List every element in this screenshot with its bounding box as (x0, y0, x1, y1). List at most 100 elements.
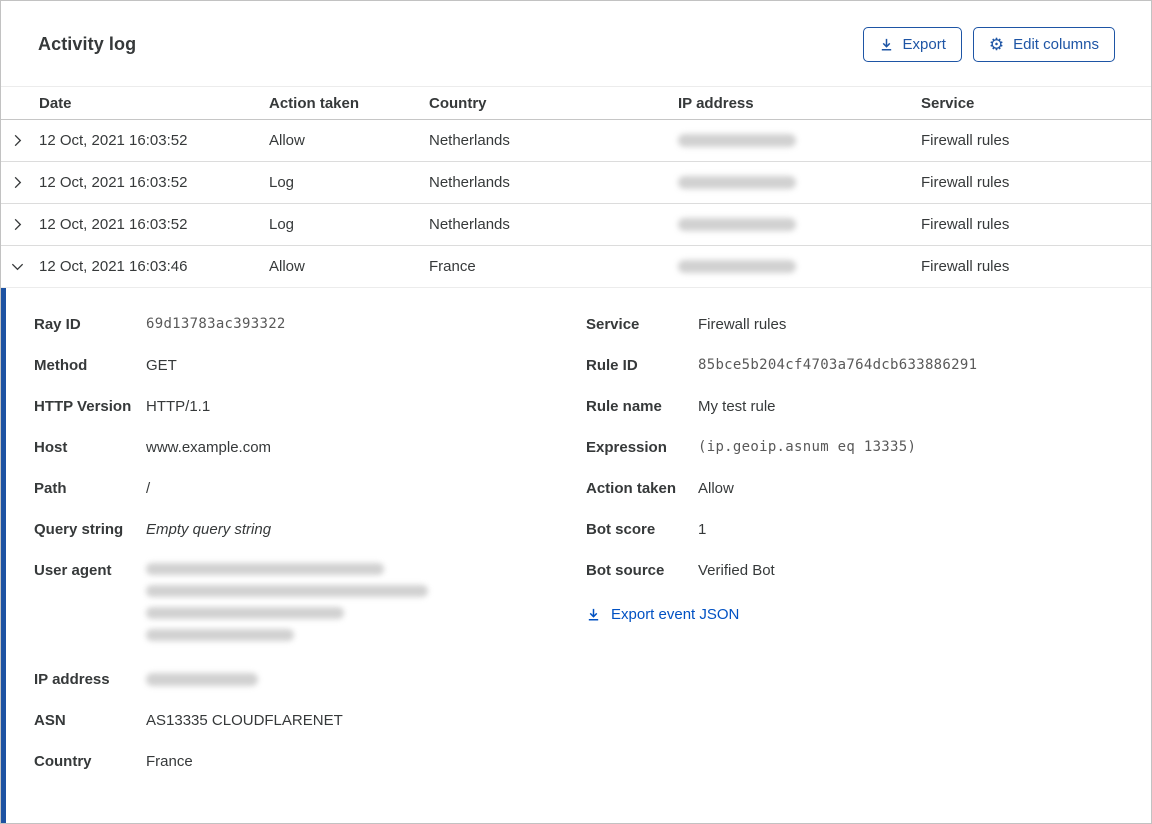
export-button[interactable]: Export (862, 27, 962, 62)
detail-row-country: Country France (34, 749, 586, 774)
detail-value: Empty query string (146, 521, 272, 538)
column-header-service: Service (921, 94, 975, 112)
detail-row-asn: ASN AS13335 CLOUDFLARENET (34, 708, 586, 733)
chevron-down-icon (10, 259, 25, 274)
detail-row-http-version: HTTP Version HTTP/1.1 (34, 394, 586, 419)
detail-label: Rule ID (586, 357, 638, 374)
collapse-row-button[interactable] (1, 259, 39, 274)
cell-service: Firewall rules (921, 132, 1010, 149)
column-header-ip-address: IP address (678, 94, 754, 112)
edit-columns-button[interactable]: ⚙ Edit columns (972, 27, 1115, 62)
cell-ip-address-redacted (678, 176, 921, 189)
detail-label: User agent (34, 562, 112, 579)
detail-value: My test rule (698, 398, 776, 415)
activity-log-panel: Activity log Export ⚙ Edit columns Date … (0, 0, 1152, 824)
cell-country: Netherlands (429, 216, 510, 233)
activity-log-table: Date Action taken Country IP address Ser… (1, 86, 1151, 288)
column-header-country: Country (429, 94, 487, 112)
cell-ip-address-redacted (678, 260, 921, 273)
detail-label: IP address (34, 671, 110, 688)
chevron-right-icon (10, 217, 25, 232)
cell-date: 12 Oct, 2021 16:03:52 (39, 216, 188, 233)
detail-label: Service (586, 316, 640, 333)
detail-label: Bot score (586, 521, 656, 538)
cell-service: Firewall rules (921, 216, 1010, 233)
cell-date: 12 Oct, 2021 16:03:52 (39, 132, 188, 149)
export-event-json-label: Export event JSON (611, 606, 740, 623)
detail-label: Action taken (586, 480, 677, 497)
detail-row-expression: Expression (ip.geoip.asnum eq 13335) (586, 435, 1151, 460)
detail-row-path: Path / (34, 476, 586, 501)
detail-label: Method (34, 357, 88, 374)
column-header-action-taken: Action taken (269, 94, 360, 112)
chevron-right-icon (10, 133, 25, 148)
detail-value-redacted (146, 667, 258, 686)
expand-row-button[interactable] (1, 217, 39, 232)
detail-value: AS13335 CLOUDFLARENET (146, 712, 343, 729)
cell-country: France (429, 258, 476, 275)
detail-label: Bot source (586, 562, 665, 579)
cell-date: 12 Oct, 2021 16:03:46 (39, 258, 188, 275)
toolbar: Export ⚙ Edit columns (862, 27, 1115, 62)
cell-country: Netherlands (429, 132, 510, 149)
edit-columns-button-label: Edit columns (1013, 36, 1099, 53)
download-icon (586, 607, 601, 622)
detail-value: 69d13783ac393322 (146, 316, 286, 332)
table-row[interactable]: 12 Oct, 2021 16:03:52 Log Netherlands Fi… (1, 162, 1151, 204)
detail-value: / (146, 480, 151, 497)
detail-value: France (146, 753, 193, 770)
gear-icon: ⚙ (988, 35, 1005, 54)
cell-service: Firewall rules (921, 258, 1010, 275)
page-title: Activity log (38, 34, 137, 54)
detail-label: Ray ID (34, 316, 81, 333)
detail-column-right: Service Firewall rules Rule ID 85bce5b20… (586, 312, 1151, 803)
detail-label: Rule name (586, 398, 662, 415)
cell-service: Firewall rules (921, 174, 1010, 191)
detail-label: Expression (586, 439, 667, 456)
detail-row-user-agent: User agent (34, 558, 586, 651)
detail-value: (ip.geoip.asnum eq 13335) (698, 439, 917, 455)
detail-value: HTTP/1.1 (146, 398, 211, 415)
detail-row-rule-id: Rule ID 85bce5b204cf4703a764dcb633886291 (586, 353, 1151, 378)
cell-action-taken: Allow (269, 132, 305, 149)
detail-label: Path (34, 480, 67, 497)
detail-column-left: Ray ID 69d13783ac393322 Method GET HTTP … (34, 312, 586, 803)
detail-row-action-taken: Action taken Allow (586, 476, 1151, 501)
table-row[interactable]: 12 Oct, 2021 16:03:52 Log Netherlands Fi… (1, 204, 1151, 246)
detail-value: Verified Bot (698, 562, 775, 579)
cell-action-taken: Allow (269, 258, 305, 275)
detail-label: Host (34, 439, 68, 456)
download-icon (879, 37, 894, 52)
export-event-json-link[interactable]: Export event JSON (586, 606, 739, 623)
export-button-label: Export (902, 36, 946, 53)
detail-label: HTTP Version (34, 398, 132, 415)
table-row-expanded[interactable]: 12 Oct, 2021 16:03:46 Allow France Firew… (1, 246, 1151, 288)
detail-value: GET (146, 357, 177, 374)
detail-row-rule-name: Rule name My test rule (586, 394, 1151, 419)
cell-action-taken: Log (269, 174, 295, 191)
detail-row-method: Method GET (34, 353, 586, 378)
detail-value-redacted (146, 558, 428, 651)
detail-row-query-string: Query string Empty query string (34, 517, 586, 542)
detail-value: www.example.com (146, 439, 272, 456)
cell-ip-address-redacted (678, 218, 921, 231)
detail-label: ASN (34, 712, 66, 729)
expand-row-button[interactable] (1, 175, 39, 190)
cell-country: Netherlands (429, 174, 510, 191)
event-detail-panel: Ray ID 69d13783ac393322 Method GET HTTP … (1, 288, 1151, 823)
table-row[interactable]: 12 Oct, 2021 16:03:52 Allow Netherlands … (1, 120, 1151, 162)
detail-value: Allow (698, 480, 734, 497)
cell-ip-address-redacted (678, 134, 921, 147)
expand-row-button[interactable] (1, 133, 39, 148)
detail-value: 1 (698, 521, 707, 538)
detail-label: Country (34, 753, 92, 770)
detail-row-bot-source: Bot source Verified Bot (586, 558, 1151, 583)
header: Activity log Export ⚙ Edit columns (1, 1, 1151, 62)
table-header-row: Date Action taken Country IP address Ser… (1, 86, 1151, 120)
detail-row-ray-id: Ray ID 69d13783ac393322 (34, 312, 586, 337)
detail-row-ip-address: IP address (34, 667, 586, 692)
chevron-right-icon (10, 175, 25, 190)
detail-value: Firewall rules (698, 316, 787, 333)
cell-action-taken: Log (269, 216, 295, 233)
cell-date: 12 Oct, 2021 16:03:52 (39, 174, 188, 191)
